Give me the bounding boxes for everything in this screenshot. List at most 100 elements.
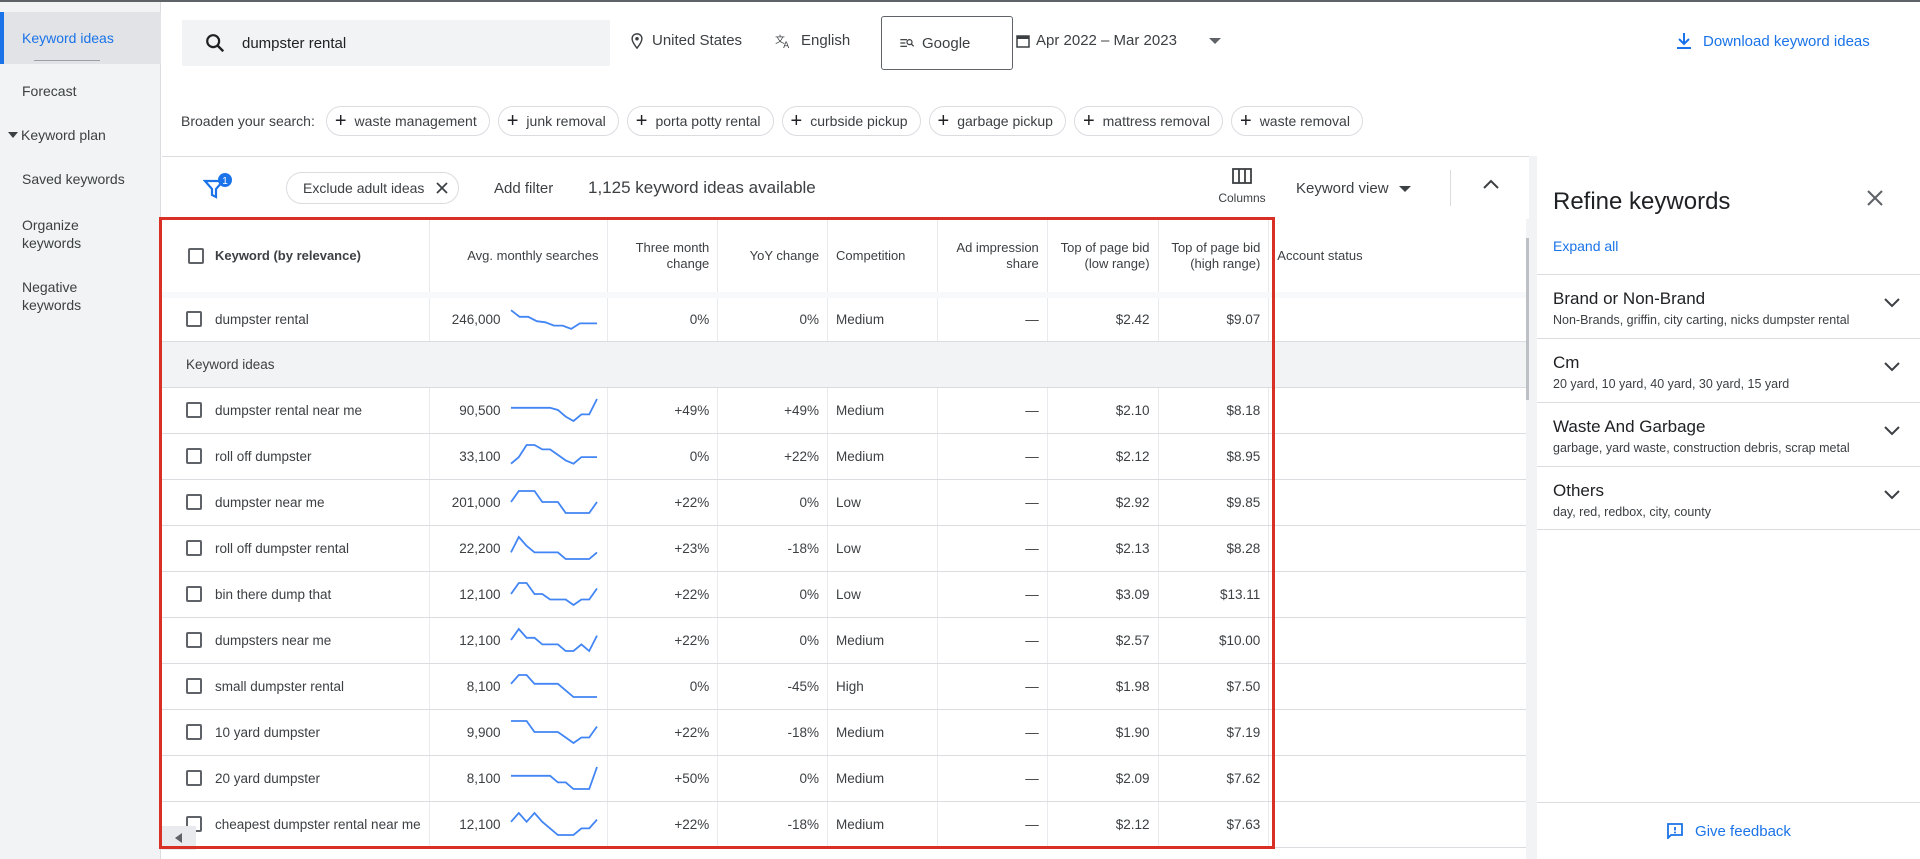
filter-badge: 1	[222, 176, 228, 187]
account-status-cell	[1268, 433, 1526, 480]
bid-low-cell: $2.09	[1047, 755, 1159, 802]
broaden-chip[interactable]: + garbage pickup	[928, 106, 1066, 136]
broaden-chip[interactable]: + junk removal	[497, 106, 619, 136]
exclude-adult-chip[interactable]: Exclude adult ideas	[286, 172, 460, 204]
location-label: United States	[652, 32, 743, 49]
yoy-change-cell: 0%	[717, 479, 829, 526]
expand-all-link[interactable]: Expand all	[1553, 238, 1618, 254]
refine-section-subtitle: 20 yard, 10 yard, 40 yard, 30 yard, 15 y…	[1553, 377, 1790, 391]
header-ad-impression-share[interactable]: Ad impression share	[937, 219, 1048, 296]
chip-label: junk removal	[526, 113, 606, 129]
bid-high-cell: $8.95	[1158, 433, 1270, 480]
avg-monthly-searches-cell: 12,100	[429, 801, 608, 848]
account-status-cell	[1268, 571, 1526, 618]
refine-section-cm[interactable]: Cm 20 yard, 10 yard, 40 yard, 30 yard, 1…	[1537, 338, 1920, 402]
sidebar-item-keyword-ideas[interactable]: Keyword ideas	[0, 12, 161, 64]
chevron-down-icon	[1884, 362, 1900, 372]
chevron-down-icon	[1884, 298, 1900, 308]
sidebar-item-negative-keywords[interactable]: Negative keywords	[0, 278, 110, 314]
refine-section-brand[interactable]: Brand or Non-Brand Non-Brands, griffin, …	[1537, 274, 1920, 338]
give-feedback-button[interactable]: Give feedback	[1537, 802, 1920, 859]
header-bid-high[interactable]: Top of page bid (high range)	[1158, 219, 1270, 296]
row-checkbox[interactable]	[186, 678, 202, 695]
sidebar-item-keyword-plan[interactable]: Keyword plan	[0, 126, 161, 144]
keyword-view-selector[interactable]: Keyword view	[1296, 180, 1411, 197]
header-avg-monthly-searches[interactable]: Avg. monthly searches	[429, 219, 608, 296]
refine-section-others[interactable]: Others day, red, redbox, city, county	[1537, 466, 1920, 530]
avg-monthly-searches-cell: 9,900	[429, 709, 608, 756]
table-row[interactable]: 10 yard dumpster 9,900 +22% -18% Medium — $1.9…	[162, 709, 1526, 756]
broaden-chip[interactable]: + waste removal	[1231, 106, 1363, 136]
refine-section-waste[interactable]: Waste And Garbage garbage, yard waste, c…	[1537, 402, 1920, 466]
header-three-month-change[interactable]: Three month change	[607, 219, 719, 296]
three-month-change-cell: +23%	[607, 525, 719, 572]
table-row[interactable]: dumpster rental 246,000 0% 0% Medium — $2.42 $9…	[162, 292, 1526, 342]
table-row[interactable]: dumpster near me 201,000 +22% 0% Low — $2.92 $9…	[162, 479, 1526, 526]
sidebar-item-organize-keywords[interactable]: Organize keywords	[0, 216, 120, 252]
header-keyword[interactable]: Keyword (by relevance)	[206, 219, 430, 296]
trend-sparkline	[510, 398, 598, 423]
download-keyword-ideas-button[interactable]: Download keyword ideas	[1675, 32, 1870, 50]
ad-impression-share-cell: —	[937, 571, 1048, 618]
panel-gutter	[1529, 156, 1537, 859]
three-month-change-cell: 0%	[607, 663, 719, 710]
broaden-chip[interactable]: + curbside pickup	[781, 106, 921, 136]
row-checkbox[interactable]	[186, 494, 202, 511]
table-row[interactable]: dumpster rental near me 90,500 +49% +49% Med…	[162, 387, 1526, 434]
header-account-status[interactable]: Account status	[1268, 219, 1526, 296]
row-checkbox[interactable]	[186, 770, 202, 787]
yoy-change-cell: 0%	[717, 571, 829, 618]
date-range-selector[interactable]: Apr 2022 – Mar 2023	[1016, 32, 1221, 49]
row-checkbox[interactable]	[186, 448, 202, 465]
table-row[interactable]: 20 yard dumpster 8,100 +50% 0% Medium — $2.09 $…	[162, 755, 1526, 802]
row-checkbox[interactable]	[186, 632, 202, 649]
broaden-chip[interactable]: + waste management	[325, 106, 490, 136]
filter-button[interactable]: 1	[202, 173, 233, 206]
table-row[interactable]: cheapest dumpster rental near me 12,100 +2…	[162, 801, 1526, 848]
close-icon[interactable]	[436, 182, 449, 194]
engine-label: Google	[922, 34, 971, 52]
three-month-change-cell: +22%	[607, 709, 719, 756]
select-all-checkbox[interactable]	[188, 247, 205, 264]
scroll-left-button[interactable]	[162, 826, 196, 850]
bid-low-cell: $2.57	[1047, 617, 1159, 664]
location-selector[interactable]: United States	[630, 32, 742, 49]
sidebar-item-forecast[interactable]: Forecast	[0, 82, 161, 100]
collapse-button[interactable]	[1482, 178, 1500, 193]
translate-icon: 文A	[775, 33, 789, 49]
broaden-label: Broaden your search:	[181, 113, 315, 129]
close-panel-button[interactable]	[1867, 190, 1883, 209]
table-body: dumpster rental 246,000 0% 0% Medium — $2.42 $9…	[162, 292, 1526, 848]
columns-button[interactable]: Columns	[1212, 168, 1272, 205]
search-engine-selector[interactable]: Google	[881, 16, 1013, 70]
broaden-chip[interactable]: + porta potty rental	[626, 106, 774, 136]
table-row[interactable]: bin there dump that 12,100 +22% 0% Low — $3.09…	[162, 571, 1526, 618]
bid-high-cell: $7.19	[1158, 709, 1270, 756]
header-yoy-change[interactable]: YoY change	[717, 219, 829, 296]
account-status-cell	[1268, 801, 1526, 848]
chevron-down-icon	[1884, 490, 1900, 500]
table-row[interactable]: small dumpster rental 8,100 0% -45% High — $1.…	[162, 663, 1526, 710]
trend-sparkline	[510, 766, 598, 790]
avg-monthly-searches-cell: 8,100	[429, 755, 608, 802]
row-checkbox[interactable]	[186, 311, 202, 328]
search-input[interactable]: dumpster rental	[182, 20, 610, 66]
header-competition[interactable]: Competition	[827, 219, 938, 296]
add-filter-button[interactable]: Add filter	[494, 180, 553, 197]
row-checkbox[interactable]	[186, 402, 202, 419]
yoy-change-cell: -45%	[717, 663, 829, 710]
header-bid-low[interactable]: Top of page bid (low range)	[1047, 219, 1159, 296]
row-checkbox[interactable]	[186, 724, 202, 741]
row-checkbox[interactable]	[186, 540, 202, 557]
columns-label: Columns	[1218, 191, 1266, 205]
broaden-search: Broaden your search: + waste management +…	[181, 106, 1371, 136]
table-row[interactable]: roll off dumpster 33,100 0% +22% Medium — $2.1…	[162, 433, 1526, 480]
table-row[interactable]: roll off dumpster rental 22,200 +23% -18% Lo…	[162, 525, 1526, 572]
row-checkbox[interactable]	[186, 586, 202, 603]
broaden-chip[interactable]: + mattress removal	[1073, 106, 1223, 136]
sidebar-item-saved-keywords[interactable]: Saved keywords	[0, 170, 161, 188]
language-selector[interactable]: 文A English	[775, 32, 850, 49]
table-row[interactable]: dumpsters near me 12,100 +22% 0% Medium — $2.5…	[162, 617, 1526, 664]
avg-monthly-searches-cell: 12,100	[429, 617, 608, 664]
ad-impression-share-cell: —	[937, 433, 1048, 480]
